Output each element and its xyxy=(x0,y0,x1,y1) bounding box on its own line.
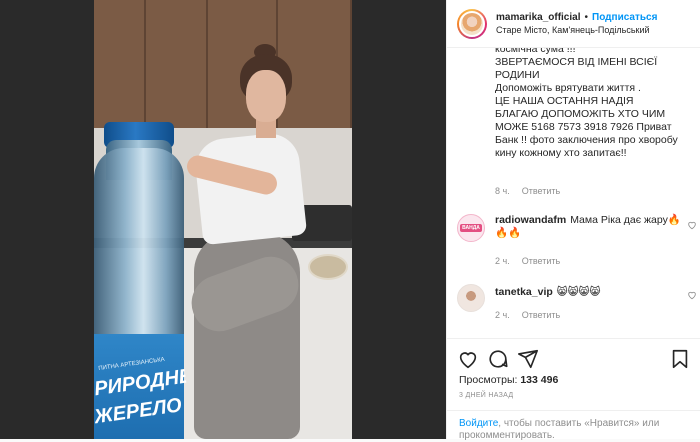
comment-time[interactable]: 2 ч. xyxy=(495,256,510,266)
separator-dot: • xyxy=(584,11,589,23)
post-location[interactable]: Старе Місто, Кам'янець-Подільський xyxy=(496,24,657,37)
heart-icon[interactable] xyxy=(687,220,697,230)
comment-meta: 2 ч. Ответить xyxy=(495,310,560,320)
action-bar xyxy=(447,338,700,376)
bookmark-icon[interactable] xyxy=(669,348,691,370)
upper-cabinet xyxy=(94,0,146,128)
letterbox-right xyxy=(352,0,446,439)
upper-cabinet xyxy=(146,0,208,128)
comment-reply-button[interactable]: Ответить xyxy=(522,310,560,320)
story-ring[interactable] xyxy=(457,8,487,39)
share-icon[interactable] xyxy=(517,348,539,370)
letterbox-left xyxy=(0,0,94,439)
login-prompt: Войдите, чтобы поставить «Нравится» или … xyxy=(447,410,700,441)
author-avatar[interactable] xyxy=(459,10,485,37)
comment-username[interactable]: tanetka_vip xyxy=(495,286,553,298)
comment-meta: 2 ч. Ответить xyxy=(495,256,560,266)
caption-meta: 8 ч. Ответить xyxy=(495,186,560,196)
post-header: mamarika_official • Подписаться Старе Мі… xyxy=(447,0,700,48)
comment-username[interactable]: radiowandafm xyxy=(495,214,566,226)
avatar-logo-text: ВАНДА xyxy=(460,224,482,232)
post-dialog: ПИТНА АРТЕЗІАНСЬКА РИРОДНЕ ЖЕРЕЛО mamari… xyxy=(0,0,700,441)
comments-list[interactable]: космічна сума !!! ЗВЕРТАЄМОСЯ ВІД ІМЕНІ … xyxy=(447,48,700,338)
heart-icon[interactable] xyxy=(687,290,697,300)
person-face xyxy=(246,70,286,122)
comment-avatar[interactable]: ВАНДА xyxy=(457,214,485,242)
comment-item: ВАНДА radiowandafm Мама Ріка дає жару🔥🔥🔥 xyxy=(457,214,697,242)
post-timestamp: 3 ДНЕЙ НАЗАД xyxy=(459,392,514,399)
caption-reply-button[interactable]: Ответить xyxy=(522,186,560,196)
login-link[interactable]: Войдите xyxy=(459,418,498,429)
view-count[interactable]: Просмотры: 133 496 xyxy=(459,374,558,386)
heart-icon[interactable] xyxy=(457,348,479,370)
comment-text: 😸😸😸😸 xyxy=(556,286,601,298)
comment-reply-button[interactable]: Ответить xyxy=(522,256,560,266)
follow-button[interactable]: Подписаться xyxy=(592,11,657,24)
upper-cabinet xyxy=(278,0,352,128)
post-media[interactable]: ПИТНА АРТЕЗІАНСЬКА РИРОДНЕ ЖЕРЕЛО xyxy=(0,0,446,439)
comment-icon[interactable] xyxy=(487,348,509,370)
post-caption: космічна сума !!! ЗВЕРТАЄМОСЯ ВІД ІМЕНІ … xyxy=(495,48,678,159)
comment-time[interactable]: 2 ч. xyxy=(495,310,510,320)
views-label: Просмотры: xyxy=(459,374,518,386)
video-frame[interactable]: ПИТНА АРТЕЗІАНСЬКА РИРОДНЕ ЖЕРЕЛО xyxy=(94,0,352,439)
comment-item: tanetka_vip 😸😸😸😸 xyxy=(457,284,697,312)
caption-time[interactable]: 8 ч. xyxy=(495,186,510,196)
author-username[interactable]: mamarika_official xyxy=(496,11,581,24)
author-info: mamarika_official • Подписаться Старе Мі… xyxy=(496,11,657,37)
post-sidebar: mamarika_official • Подписаться Старе Мі… xyxy=(446,0,700,441)
views-number: 133 496 xyxy=(520,374,559,386)
plate xyxy=(308,254,348,280)
comment-avatar[interactable] xyxy=(457,284,485,312)
